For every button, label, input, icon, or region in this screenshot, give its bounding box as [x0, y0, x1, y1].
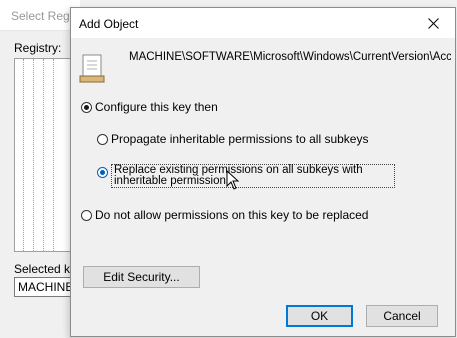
replace-permissions-label: Replace existing permissions on all subk…: [111, 164, 395, 188]
do-not-allow-radio[interactable]: Do not allow permissions on this key to …: [81, 208, 368, 222]
replace-permissions-radio[interactable]: Replace existing permissions on all subk…: [97, 164, 395, 188]
registry-key-document-icon: [79, 54, 105, 83]
background-titlebar: Select Regi: [0, 0, 80, 31]
radio-indicator[interactable]: [97, 167, 108, 178]
add-object-dialog: Add Object MACHINE\SOFTWARE\Microsoft\Wi…: [70, 7, 456, 337]
ok-button[interactable]: OK: [286, 305, 353, 327]
radio-indicator[interactable]: [81, 209, 92, 221]
configure-key-radio[interactable]: Configure this key then: [81, 100, 218, 114]
registry-label: Registry:: [14, 41, 62, 55]
do-not-allow-label: Do not allow permissions on this key to …: [95, 208, 369, 222]
close-button[interactable]: [411, 8, 455, 38]
registry-key-path: MACHINE\SOFTWARE\Microsoft\Windows\Curre…: [129, 51, 451, 63]
configure-key-label: Configure this key then: [95, 100, 218, 114]
radio-indicator[interactable]: [97, 133, 108, 145]
cancel-button[interactable]: Cancel: [366, 305, 438, 327]
propagate-label: Propagate inheritable permissions to all…: [111, 132, 369, 146]
background-dialog: Select Regi Registry: Selected ke MACHIN…: [0, 0, 86, 338]
propagate-radio[interactable]: Propagate inheritable permissions to all…: [97, 132, 368, 146]
selected-key-label: Selected ke: [14, 262, 77, 276]
dialog-title: Add Object: [79, 17, 139, 31]
close-icon: [427, 17, 439, 29]
mouse-pointer-icon: [226, 170, 240, 190]
dialog-titlebar: Add Object: [71, 8, 455, 38]
edit-security-button[interactable]: Edit Security...: [83, 266, 200, 288]
background-dialog-title: Select Regi: [11, 9, 73, 23]
radio-indicator[interactable]: [81, 101, 92, 113]
